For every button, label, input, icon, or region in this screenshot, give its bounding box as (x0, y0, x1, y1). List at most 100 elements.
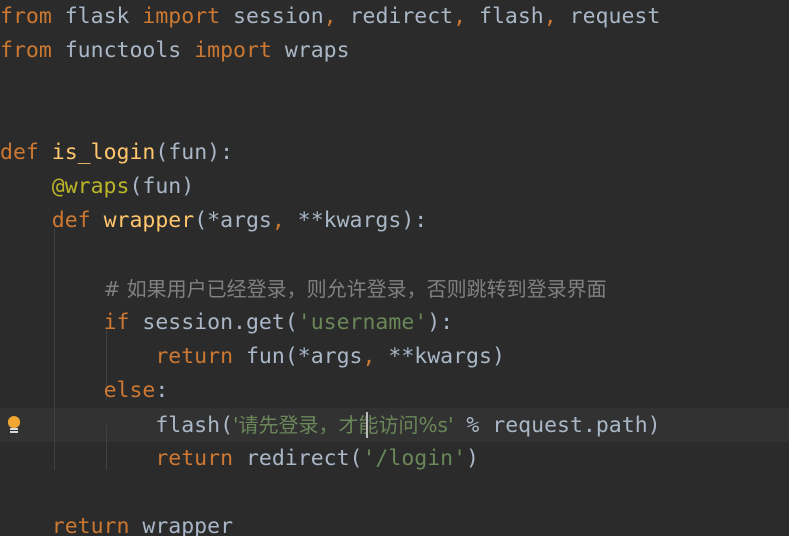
code-token: from (0, 4, 52, 29)
code-token: ): (401, 208, 428, 233)
code-token: flash (479, 4, 544, 29)
code-token: ( (220, 413, 234, 438)
code-token: wraps (284, 38, 350, 63)
code-token: args (220, 208, 272, 233)
code-token: fun (142, 174, 182, 199)
code-line[interactable]: flash('请先登录，才能访问%s' % request.path) (0, 408, 789, 442)
code-token: @wraps (51, 174, 130, 199)
code-token: # 如果用户已经登录，则允许登录，否则跳转到登录界面 (103, 277, 607, 301)
code-token: request (569, 4, 661, 29)
code-token: from (0, 38, 52, 63)
code-token: redirect (245, 446, 350, 471)
code-line[interactable]: if session.get('username'): (0, 306, 789, 340)
code-token: fun (168, 140, 208, 165)
code-token: . (233, 310, 246, 335)
code-token: (* (194, 208, 221, 233)
code-token: import (142, 4, 221, 29)
code-line[interactable] (0, 238, 789, 272)
code-token: , (543, 4, 557, 29)
code-token: return (51, 514, 130, 536)
lightbulb-base-top (10, 428, 18, 430)
code-token: , (323, 4, 337, 29)
code-token: ( (155, 140, 169, 165)
code-token: , (453, 4, 467, 29)
code-token: ( (129, 174, 143, 199)
code-token: session (233, 4, 324, 29)
code-token: , (271, 208, 285, 233)
code-token: session (142, 310, 234, 335)
code-token: ) (647, 413, 661, 438)
code-token: kwargs (323, 208, 402, 233)
code-token: % (453, 413, 493, 438)
code-line[interactable]: return redirect('/login') (0, 442, 789, 476)
code-token: get (245, 310, 285, 335)
code-line[interactable]: else: (0, 374, 789, 408)
code-token: '请先登录，才能访问%s' (233, 413, 454, 437)
code-line[interactable]: def is_login(fun): (0, 136, 789, 170)
code-token: if (103, 310, 130, 335)
code-line[interactable]: def wrapper(*args, **kwargs): (0, 204, 789, 238)
code-token: args (310, 344, 363, 369)
code-token: def (0, 140, 39, 165)
code-line[interactable] (0, 476, 789, 510)
code-line[interactable]: # 如果用户已经登录，则允许登录，否则跳转到登录界面 (0, 272, 789, 306)
code-token: '/login' (362, 446, 467, 471)
code-line[interactable] (0, 68, 789, 102)
code-token: ** (375, 344, 415, 369)
code-token: . (582, 413, 596, 438)
code-token: ** (284, 208, 324, 233)
code-line[interactable]: from functools import wraps (0, 34, 789, 68)
code-line[interactable]: return wrapper (0, 510, 789, 536)
code-token: wrapper (142, 514, 234, 536)
code-token: ) (491, 344, 505, 369)
code-token: , (362, 344, 376, 369)
lightbulb-icon[interactable] (6, 416, 22, 434)
code-text-layer[interactable]: from flask import session, redirect, fla… (0, 0, 789, 536)
code-line[interactable]: @wraps(fun) (0, 170, 789, 204)
code-token: ) (181, 174, 195, 199)
code-token: wrapper (103, 208, 195, 233)
code-token: : (155, 378, 169, 403)
code-token: ) (466, 446, 479, 471)
code-line[interactable]: return fun(*args, **kwargs) (0, 340, 789, 374)
code-token: return (155, 446, 234, 471)
code-token: def (51, 208, 91, 233)
code-token: request (492, 413, 583, 438)
code-token: ): (427, 310, 454, 335)
code-line[interactable]: from flask import session, redirect, fla… (0, 0, 789, 34)
code-token: redirect (349, 4, 454, 29)
code-token: flask (64, 4, 130, 29)
code-token: path (595, 413, 648, 438)
code-editor[interactable]: from flask import session, redirect, fla… (0, 0, 789, 536)
code-token: return (155, 344, 234, 369)
code-token: else (103, 378, 156, 403)
code-line[interactable] (0, 102, 789, 136)
text-caret (366, 412, 368, 438)
code-token: fun (245, 344, 285, 369)
code-token: ( (284, 310, 298, 335)
code-token: import (194, 38, 272, 63)
code-token: 'username' (297, 310, 428, 335)
code-token: functools (64, 38, 182, 63)
lightbulb-base-bottom (10, 431, 18, 433)
code-token: flash (155, 413, 221, 438)
